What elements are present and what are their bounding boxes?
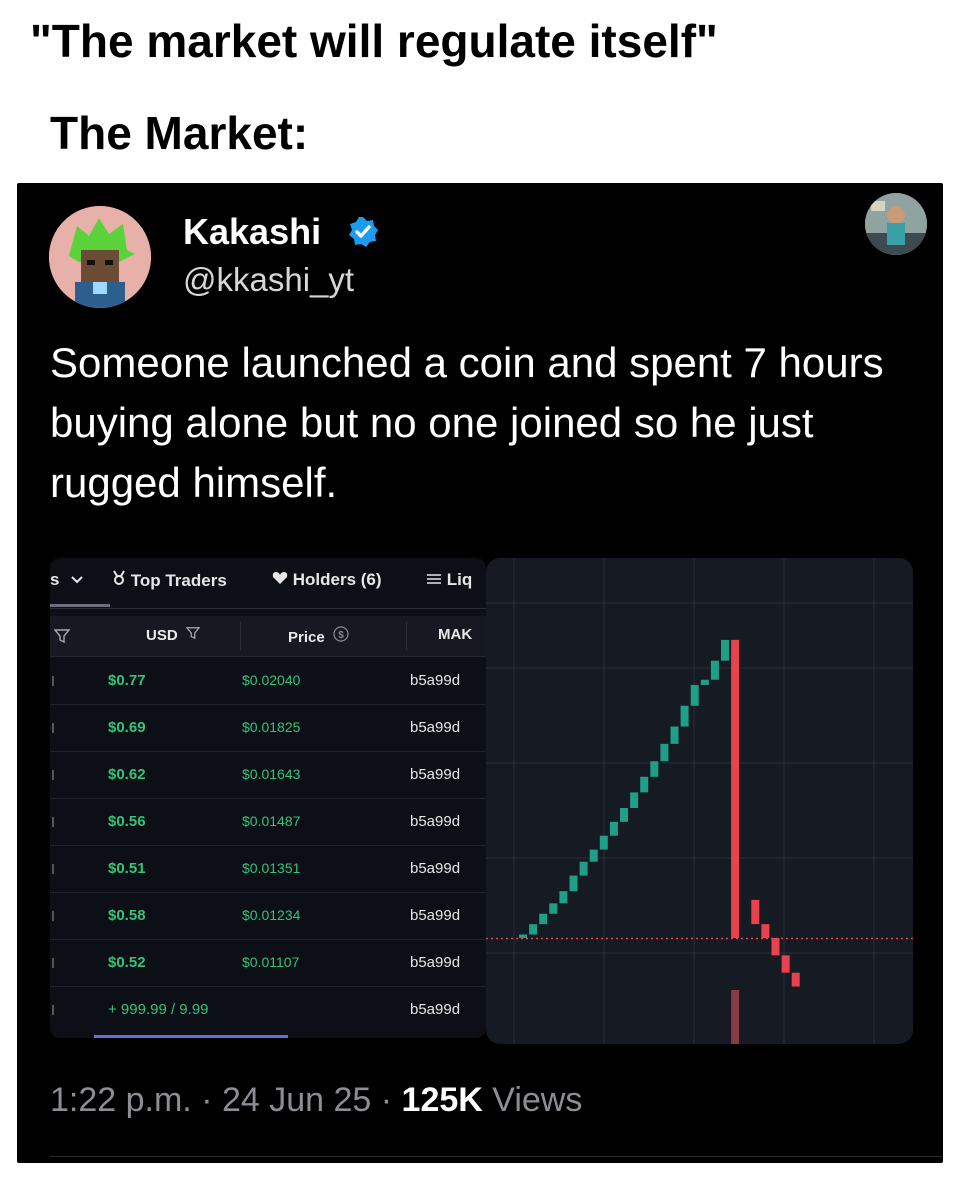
candle-up	[539, 913, 548, 925]
table-row[interactable]: $0.52 $0.01107 b5a99d	[50, 940, 486, 987]
filter-icon[interactable]	[54, 628, 70, 644]
active-tab-indicator	[50, 604, 110, 607]
scroll-indicator[interactable]	[94, 1035, 288, 1038]
candle-up	[640, 776, 649, 793]
tab-top-traders[interactable]: Top Traders	[112, 570, 227, 591]
table-row[interactable]: $0.69 $0.01825 b5a99d	[50, 705, 486, 752]
candle-up	[650, 761, 659, 777]
avatar[interactable]	[49, 206, 151, 308]
author-name[interactable]: Kakashi	[183, 211, 321, 253]
candle-up	[519, 934, 527, 938]
candle-up	[549, 903, 558, 914]
candle-up	[609, 821, 618, 836]
candle-up	[710, 660, 719, 680]
candle-up	[670, 726, 679, 744]
trades-tabs: s Top Traders Holders (6) Liq	[50, 558, 486, 609]
meme-caption: "The market will regulate itself"	[30, 15, 718, 67]
tweet-card: Kakashi @kkashi_yt Someone launched a co…	[17, 183, 943, 1163]
table-header: USD Price $ MAK	[50, 616, 486, 657]
heart-icon	[272, 572, 288, 584]
volume-bar	[731, 990, 740, 1044]
tab-liquidity[interactable]: Liq	[426, 570, 472, 590]
dollar-icon: $	[333, 626, 349, 642]
column-usd[interactable]: USD	[146, 626, 201, 644]
meme-subcaption: The Market:	[50, 107, 309, 159]
candle-up	[579, 861, 588, 876]
candle-up	[680, 705, 689, 727]
list-icon	[427, 574, 441, 584]
divider	[50, 1156, 943, 1157]
candle-up	[589, 849, 598, 862]
verified-badge-icon	[349, 217, 378, 247]
candle-up	[559, 891, 568, 904]
price-chart-panel	[486, 558, 913, 1044]
author-handle[interactable]: @kkashi_yt	[183, 261, 354, 299]
chevron-down-icon	[71, 576, 83, 584]
candle-up	[599, 835, 608, 850]
svg-text:$: $	[338, 630, 344, 641]
candle-up	[700, 679, 709, 685]
candle-up	[721, 639, 729, 661]
timestamp[interactable]: 1:22 p.m. · 24 Jun 25 ·	[50, 1081, 402, 1119]
table-row[interactable]: $0.56 $0.01487 b5a99d	[50, 799, 486, 846]
table-row[interactable]: + 999.99 / 9.99 b5a99d	[50, 987, 486, 1033]
table-row[interactable]: $0.77 $0.02040 b5a99d	[50, 658, 486, 705]
tab-holders[interactable]: Holders (6)	[272, 570, 382, 590]
candle-down	[731, 639, 740, 938]
candle-up	[630, 792, 639, 808]
column-maker[interactable]: MAK	[438, 626, 472, 643]
filter-icon	[185, 627, 201, 640]
candle-up	[529, 924, 538, 935]
views-label: Views	[482, 1081, 583, 1119]
candlestick-chart	[486, 558, 913, 1044]
candle-down	[761, 924, 770, 938]
candle-down	[751, 899, 760, 925]
trophy-icon	[113, 570, 125, 585]
candle-up	[660, 743, 669, 762]
trades-table-panel: s Top Traders Holders (6) Liq USD Price …	[50, 558, 486, 1038]
table-row[interactable]: $0.62 $0.01643 b5a99d	[50, 752, 486, 799]
candle-up	[690, 684, 699, 706]
tweet-meta: 1:22 p.m. · 24 Jun 25 · 125K Views	[50, 1081, 582, 1120]
table-row[interactable]: $0.51 $0.01351 b5a99d	[50, 846, 486, 893]
candle-down	[781, 955, 790, 973]
candle-up	[620, 808, 628, 822]
candle-up	[569, 875, 578, 892]
views-count: 125K	[401, 1081, 483, 1119]
table-row[interactable]: $0.58 $0.01234 b5a99d	[50, 893, 486, 940]
candle-down	[771, 938, 780, 956]
tab-partial[interactable]: s	[50, 570, 84, 590]
candle-down	[791, 972, 800, 987]
profile-avatar-icon[interactable]	[865, 193, 927, 255]
tweet-text: Someone launched a coin and spent 7 hour…	[50, 339, 884, 506]
column-price[interactable]: Price $	[288, 626, 349, 646]
